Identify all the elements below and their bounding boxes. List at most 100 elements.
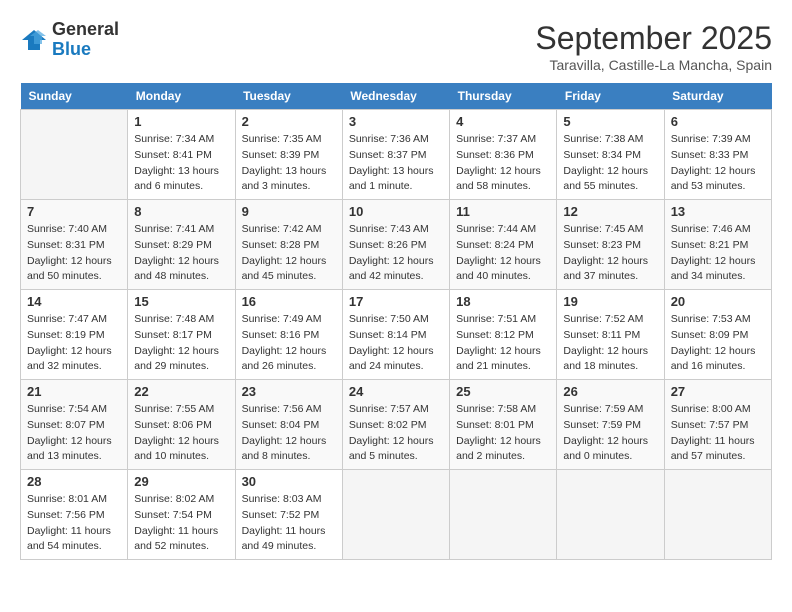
calendar-cell: 18 Sunrise: 7:51 AMSunset: 8:12 PMDayligh… bbox=[450, 290, 557, 380]
day-info: Sunrise: 7:42 AMSunset: 8:28 PMDaylight:… bbox=[242, 222, 336, 285]
day-number: 10 bbox=[349, 204, 443, 219]
day-number: 13 bbox=[671, 204, 765, 219]
week-row-1: 1Sunrise: 7:34 AMSunset: 8:41 PMDaylight… bbox=[21, 110, 772, 200]
logo: General Blue bbox=[20, 20, 119, 60]
calendar-cell: 12Sunrise: 7:45 AMSunset: 8:23 PMDayligh… bbox=[557, 200, 664, 290]
day-info: Sunrise: 7:57 AMSunset: 8:02 PMDaylight:… bbox=[349, 402, 443, 465]
location-subtitle: Taravilla, Castille-La Mancha, Spain bbox=[535, 57, 772, 73]
calendar-cell: 19 Sunrise: 7:52 AMSunset: 8:11 PMDayligh… bbox=[557, 290, 664, 380]
calendar-cell bbox=[450, 470, 557, 560]
calendar-cell: 15Sunrise: 7:48 AMSunset: 8:17 PMDayligh… bbox=[128, 290, 235, 380]
calendar-cell: 10 Sunrise: 7:43 AMSunset: 8:26 PMDayligh… bbox=[342, 200, 449, 290]
day-number: 4 bbox=[456, 114, 550, 129]
day-info: Sunrise: 7:51 AMSunset: 8:12 PMDaylight:… bbox=[456, 312, 550, 375]
calendar-cell bbox=[664, 470, 771, 560]
day-info: Sunrise: 7:35 AMSunset: 8:39 PMDaylight:… bbox=[242, 132, 336, 195]
calendar-cell: 20Sunrise: 7:53 AMSunset: 8:09 PMDayligh… bbox=[664, 290, 771, 380]
day-info: Sunrise: 7:56 AMSunset: 8:04 PMDaylight:… bbox=[242, 402, 336, 465]
day-number: 6 bbox=[671, 114, 765, 129]
day-number: 14 bbox=[27, 294, 121, 309]
day-info: Sunrise: 7:50 AMSunset: 8:14 PMDaylight:… bbox=[349, 312, 443, 375]
day-info: Sunrise: 7:43 AMSunset: 8:26 PMDaylight:… bbox=[349, 222, 443, 285]
day-info: Sunrise: 8:00 AMSunset: 7:57 PMDaylight:… bbox=[671, 402, 765, 465]
logo-text: General Blue bbox=[52, 20, 119, 60]
day-number: 9 bbox=[242, 204, 336, 219]
calendar-cell: 21 Sunrise: 7:54 AMSunset: 8:07 PMDayligh… bbox=[21, 380, 128, 470]
day-number: 29 bbox=[134, 474, 228, 489]
day-number: 16 bbox=[242, 294, 336, 309]
calendar-cell: 24 Sunrise: 7:57 AMSunset: 8:02 PMDayligh… bbox=[342, 380, 449, 470]
calendar-cell: 11 Sunrise: 7:44 AMSunset: 8:24 PMDayligh… bbox=[450, 200, 557, 290]
day-number: 30 bbox=[242, 474, 336, 489]
day-number: 23 bbox=[242, 384, 336, 399]
day-info: Sunrise: 7:44 AMSunset: 8:24 PMDaylight:… bbox=[456, 222, 550, 285]
day-info: Sunrise: 7:58 AMSunset: 8:01 PMDaylight:… bbox=[456, 402, 550, 465]
week-row-3: 14 Sunrise: 7:47 AMSunset: 8:19 PMDayligh… bbox=[21, 290, 772, 380]
day-info: Sunrise: 7:55 AMSunset: 8:06 PMDaylight:… bbox=[134, 402, 228, 465]
logo-general: General bbox=[52, 19, 119, 39]
day-info: Sunrise: 7:53 AMSunset: 8:09 PMDaylight:… bbox=[671, 312, 765, 375]
calendar-cell: 5Sunrise: 7:38 AMSunset: 8:34 PMDaylight… bbox=[557, 110, 664, 200]
calendar-cell: 9 Sunrise: 7:42 AMSunset: 8:28 PMDaylight… bbox=[235, 200, 342, 290]
calendar-cell: 16 Sunrise: 7:49 AMSunset: 8:16 PMDayligh… bbox=[235, 290, 342, 380]
day-info: Sunrise: 7:41 AMSunset: 8:29 PMDaylight:… bbox=[134, 222, 228, 285]
calendar-cell: 25 Sunrise: 7:58 AMSunset: 8:01 PMDayligh… bbox=[450, 380, 557, 470]
calendar-cell: 29 Sunrise: 8:02 AMSunset: 7:54 PMDayligh… bbox=[128, 470, 235, 560]
day-info: Sunrise: 7:36 AMSunset: 8:37 PMDaylight:… bbox=[349, 132, 443, 195]
weekday-header-friday: Friday bbox=[557, 83, 664, 110]
calendar-cell: 28 Sunrise: 8:01 AMSunset: 7:56 PMDayligh… bbox=[21, 470, 128, 560]
day-number: 15 bbox=[134, 294, 228, 309]
day-info: Sunrise: 8:02 AMSunset: 7:54 PMDaylight:… bbox=[134, 492, 228, 555]
calendar-cell: 27 Sunrise: 8:00 AMSunset: 7:57 PMDayligh… bbox=[664, 380, 771, 470]
calendar-cell: 14 Sunrise: 7:47 AMSunset: 8:19 PMDayligh… bbox=[21, 290, 128, 380]
day-number: 27 bbox=[671, 384, 765, 399]
day-info: Sunrise: 7:52 AMSunset: 8:11 PMDaylight:… bbox=[563, 312, 657, 375]
calendar-cell bbox=[557, 470, 664, 560]
calendar-cell: 17Sunrise: 7:50 AMSunset: 8:14 PMDayligh… bbox=[342, 290, 449, 380]
day-info: Sunrise: 8:03 AMSunset: 7:52 PMDaylight:… bbox=[242, 492, 336, 555]
day-info: Sunrise: 7:45 AMSunset: 8:23 PMDaylight:… bbox=[563, 222, 657, 285]
week-row-2: 7Sunrise: 7:40 AMSunset: 8:31 PMDaylight… bbox=[21, 200, 772, 290]
day-info: Sunrise: 7:46 AMSunset: 8:21 PMDaylight:… bbox=[671, 222, 765, 285]
calendar-cell: 30 Sunrise: 8:03 AMSunset: 7:52 PMDayligh… bbox=[235, 470, 342, 560]
day-info: Sunrise: 7:40 AMSunset: 8:31 PMDaylight:… bbox=[27, 222, 121, 285]
logo-blue: Blue bbox=[52, 39, 91, 59]
day-number: 22 bbox=[134, 384, 228, 399]
day-number: 19 bbox=[563, 294, 657, 309]
weekday-header-row: SundayMondayTuesdayWednesdayThursdayFrid… bbox=[21, 83, 772, 110]
day-info: Sunrise: 7:59 AMSunset: 7:59 PMDaylight:… bbox=[563, 402, 657, 465]
day-number: 11 bbox=[456, 204, 550, 219]
calendar-cell: 2 Sunrise: 7:35 AMSunset: 8:39 PMDaylight… bbox=[235, 110, 342, 200]
calendar-table: SundayMondayTuesdayWednesdayThursdayFrid… bbox=[20, 83, 772, 560]
day-number: 26 bbox=[563, 384, 657, 399]
title-block: September 2025 Taravilla, Castille-La Ma… bbox=[535, 20, 772, 73]
weekday-header-monday: Monday bbox=[128, 83, 235, 110]
calendar-cell: 22 Sunrise: 7:55 AMSunset: 8:06 PMDayligh… bbox=[128, 380, 235, 470]
day-number: 8 bbox=[134, 204, 228, 219]
day-number: 2 bbox=[242, 114, 336, 129]
calendar-cell: 13 Sunrise: 7:46 AMSunset: 8:21 PMDayligh… bbox=[664, 200, 771, 290]
day-info: Sunrise: 7:37 AMSunset: 8:36 PMDaylight:… bbox=[456, 132, 550, 195]
day-number: 28 bbox=[27, 474, 121, 489]
calendar-cell: 4 Sunrise: 7:37 AMSunset: 8:36 PMDaylight… bbox=[450, 110, 557, 200]
day-number: 25 bbox=[456, 384, 550, 399]
day-number: 24 bbox=[349, 384, 443, 399]
calendar-cell: 1Sunrise: 7:34 AMSunset: 8:41 PMDaylight… bbox=[128, 110, 235, 200]
page-header: General Blue September 2025 Taravilla, C… bbox=[20, 20, 772, 73]
day-info: Sunrise: 7:47 AMSunset: 8:19 PMDaylight:… bbox=[27, 312, 121, 375]
weekday-header-tuesday: Tuesday bbox=[235, 83, 342, 110]
day-number: 18 bbox=[456, 294, 550, 309]
day-info: Sunrise: 7:54 AMSunset: 8:07 PMDaylight:… bbox=[27, 402, 121, 465]
calendar-cell: 3Sunrise: 7:36 AMSunset: 8:37 PMDaylight… bbox=[342, 110, 449, 200]
day-number: 5 bbox=[563, 114, 657, 129]
calendar-cell bbox=[342, 470, 449, 560]
calendar-cell: 6Sunrise: 7:39 AMSunset: 8:33 PMDaylight… bbox=[664, 110, 771, 200]
weekday-header-saturday: Saturday bbox=[664, 83, 771, 110]
day-info: Sunrise: 7:49 AMSunset: 8:16 PMDaylight:… bbox=[242, 312, 336, 375]
weekday-header-wednesday: Wednesday bbox=[342, 83, 449, 110]
weekday-header-thursday: Thursday bbox=[450, 83, 557, 110]
day-number: 21 bbox=[27, 384, 121, 399]
day-info: Sunrise: 8:01 AMSunset: 7:56 PMDaylight:… bbox=[27, 492, 121, 555]
calendar-cell: 8 Sunrise: 7:41 AMSunset: 8:29 PMDaylight… bbox=[128, 200, 235, 290]
calendar-cell: 26 Sunrise: 7:59 AMSunset: 7:59 PMDayligh… bbox=[557, 380, 664, 470]
